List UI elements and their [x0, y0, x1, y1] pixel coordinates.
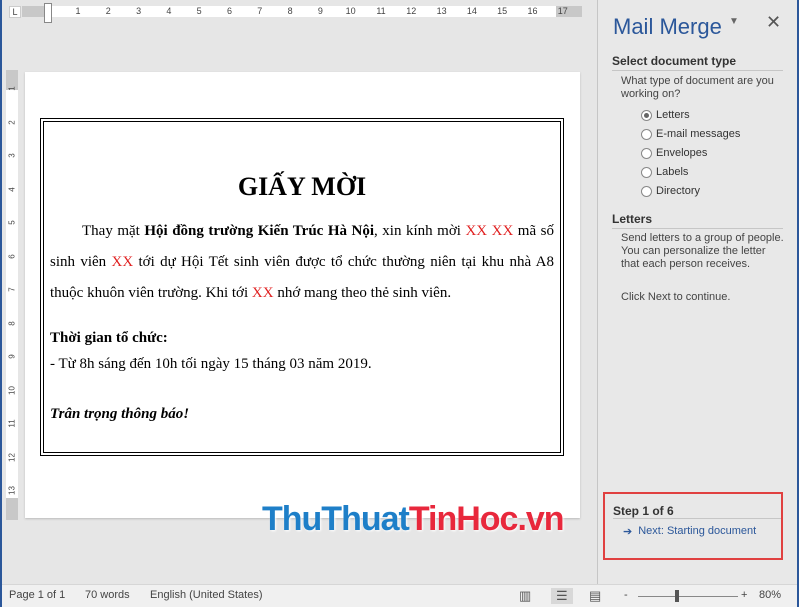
radio-labels[interactable]: Labels: [641, 166, 688, 178]
watermark-logo: ThuThuatTinHoc.vn: [262, 500, 565, 538]
status-bar: Page 1 of 1 70 words English (United Sta…: [2, 584, 797, 607]
text: Thay mặt: [82, 223, 145, 239]
vertical-ruler[interactable]: 1 2 3 4 5 6 7 8 9 10 11 12 13: [6, 70, 18, 520]
ruler-number: 7: [7, 287, 17, 292]
question-text: What type of document are you working on…: [621, 75, 774, 100]
body-paragraph: Thay mặt Hội đồng trường Kiến Trúc Hà Nộ…: [50, 216, 554, 309]
horizontal-ruler[interactable]: 1 2 3 4 5 6 7 8 9 10 11 12 13 14 15 16 17: [22, 6, 582, 17]
ruler-number: 4: [7, 186, 17, 192]
mail-merge-pane: Mail Merge ▼ ✕ Select document type What…: [597, 0, 797, 584]
ruler-number: 7: [257, 6, 263, 16]
ruler-number: 11: [7, 419, 17, 428]
close-icon[interactable]: ✕: [766, 12, 781, 33]
pane-options-icon[interactable]: ▼: [729, 16, 739, 27]
ruler-number: 15: [497, 6, 508, 16]
ruler-number: 6: [7, 253, 17, 259]
zoom-out-button[interactable]: -: [624, 589, 628, 601]
ruler-number: 12: [7, 452, 17, 462]
ruler-number: 13: [436, 6, 447, 16]
ruler-number: 8: [7, 320, 17, 326]
document-page[interactable]: GIẤY MỜI Thay mặt Hội đồng trường Kiến T…: [25, 72, 580, 518]
ruler-number: 9: [7, 354, 17, 359]
word-count[interactable]: 70 words: [85, 589, 130, 601]
window-border-left: [0, 0, 2, 607]
zoom-level[interactable]: 80%: [759, 589, 781, 601]
arrow-right-icon: ➔: [623, 526, 633, 538]
time-heading: Thời gian tổ chức:: [50, 330, 168, 346]
ruler-number: 1: [7, 86, 17, 91]
ruler-number: 17: [557, 6, 568, 16]
section-select-type: Select document type: [612, 54, 783, 71]
hint-text: Click Next to continue.: [621, 291, 731, 303]
ruler-number: 13: [7, 486, 17, 495]
step-highlight-box: Step 1 of 6 ➔ Next: Starting document: [603, 492, 783, 560]
page-count[interactable]: Page 1 of 1: [9, 589, 65, 601]
ruler-number: 6: [226, 6, 233, 16]
closing: Trân trọng thông báo!: [50, 406, 190, 422]
ruler-number: 11: [376, 6, 386, 16]
zoom-slider-thumb[interactable]: [675, 590, 679, 602]
step-label: Step 1 of 6: [613, 504, 674, 518]
indent-marker[interactable]: [44, 3, 52, 23]
ruler-number: 16: [527, 6, 538, 16]
section-letters: Letters: [612, 212, 783, 229]
document-title: GIẤY MỜI: [237, 172, 367, 201]
read-mode-icon[interactable]: ▥: [519, 588, 531, 604]
language[interactable]: English (United States): [150, 589, 263, 601]
text: nhớ mang theo thẻ sinh viên.: [273, 285, 452, 301]
ruler-number: 3: [7, 153, 17, 158]
text: , xin kính mời: [374, 223, 466, 239]
ruler-number: 14: [466, 6, 477, 16]
ruler-number: 10: [345, 6, 356, 16]
ruler-number: 9: [317, 6, 323, 16]
ruler-number: 8: [287, 6, 293, 16]
ruler-number: 12: [406, 6, 417, 16]
radio-email[interactable]: E-mail messages: [641, 128, 740, 140]
ruler-number: 5: [196, 6, 202, 16]
placeholder-name: XX XX: [465, 223, 514, 239]
ruler-number: 2: [105, 6, 111, 16]
letters-description: Send letters to a group of people. You c…: [621, 232, 784, 270]
next-link[interactable]: ➔ Next: Starting document: [623, 525, 756, 538]
tab-selector[interactable]: L: [9, 6, 21, 18]
ruler-number: 2: [7, 119, 17, 125]
invitation-frame: GIẤY MỜI Thay mặt Hội đồng trường Kiến T…: [40, 118, 564, 456]
zoom-in-button[interactable]: +: [741, 589, 747, 601]
web-layout-icon[interactable]: ▤: [589, 588, 601, 604]
ruler-number: 10: [7, 385, 17, 395]
radio-directory[interactable]: Directory: [641, 185, 700, 197]
ruler-number: 3: [136, 6, 142, 16]
ruler-number: 4: [166, 6, 172, 16]
time-line: - Từ 8h sáng đến 10h tối ngày 15 tháng 0…: [50, 356, 372, 372]
placeholder-name: XX: [251, 285, 274, 301]
school-name: Hội đồng trường Kiến Trúc Hà Nội: [144, 223, 375, 239]
radio-envelopes[interactable]: Envelopes: [641, 147, 707, 159]
ruler-number: 5: [7, 220, 17, 225]
print-layout-icon[interactable]: ☰: [551, 588, 573, 604]
zoom-slider[interactable]: [638, 596, 738, 597]
ruler-number: 1: [75, 6, 81, 16]
placeholder-id: XX: [111, 254, 134, 270]
radio-letters[interactable]: Letters: [641, 109, 690, 121]
pane-title: Mail Merge: [613, 14, 722, 39]
